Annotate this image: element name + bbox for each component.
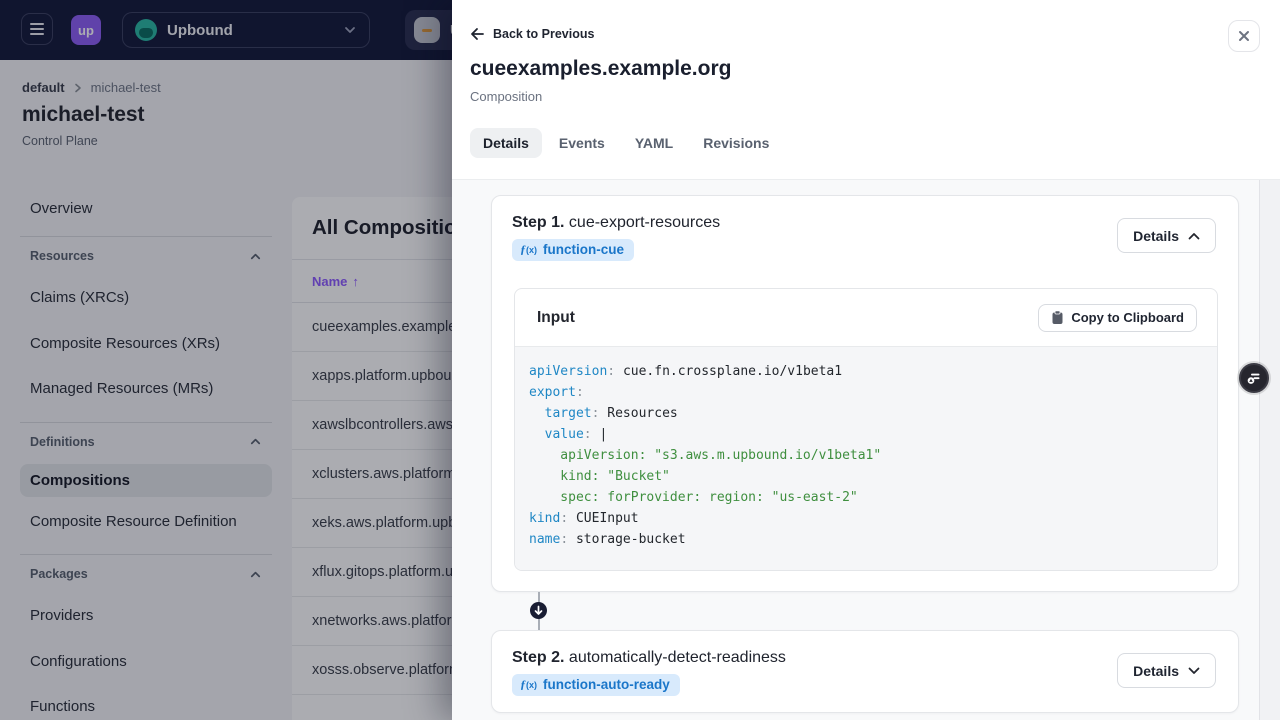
function-badge-label: function-auto-ready — [543, 677, 670, 692]
chevron-down-icon — [1188, 667, 1200, 674]
code-line: export: — [529, 385, 584, 400]
back-arrow-icon — [471, 28, 484, 40]
back-link-label: Back to Previous — [493, 27, 595, 41]
input-card-title: Input — [537, 308, 575, 326]
code-line: value: | — [544, 427, 608, 442]
step-2-label: Step 2. — [512, 649, 565, 666]
arrow-down-circle-icon — [530, 602, 547, 619]
close-button[interactable] — [1228, 20, 1260, 52]
chevron-up-icon — [1188, 232, 1200, 239]
tab-yaml[interactable]: YAML — [622, 128, 686, 158]
step-2-name: automatically-detect-readiness — [568, 649, 786, 666]
function-badge-label: function-cue — [543, 242, 624, 257]
details-button-label: Details — [1133, 227, 1179, 244]
tab-revisions[interactable]: Revisions — [690, 128, 782, 158]
panel-title: cueexamples.example.org — [470, 57, 732, 80]
fx-function-icon: ƒ(x) — [520, 677, 537, 691]
input-card-header: Input Copy to Clipboard — [515, 289, 1217, 347]
copy-to-clipboard-button[interactable]: Copy to Clipboard — [1038, 303, 1197, 332]
panel-subtitle: Composition — [470, 89, 543, 104]
tab-events[interactable]: Events — [546, 128, 618, 158]
code-line: spec: forProvider: region: "us-east-2" — [529, 490, 858, 505]
code-line: target: Resources — [544, 406, 678, 421]
composition-detail-panel: Back to Previous cueexamples.example.org… — [452, 0, 1280, 720]
step-1-label: Step 1. — [512, 214, 565, 231]
code-line: kind: "Bucket" — [529, 469, 670, 484]
code-block: apiVersion: cue.fn.crossplane.io/v1beta1… — [515, 347, 1217, 570]
inspector-toggle-button[interactable] — [1239, 363, 1269, 393]
input-card: Input Copy to Clipboard apiVersion: cue.… — [514, 288, 1218, 571]
fx-function-icon: ƒ(x) — [520, 242, 537, 256]
inspector-toggle-icon — [1247, 373, 1260, 384]
code-line: name: storage-bucket — [529, 532, 686, 547]
clipboard-icon — [1052, 310, 1063, 324]
back-to-previous-link[interactable]: Back to Previous — [470, 27, 594, 41]
step-1-name: cue-export-resources — [568, 214, 721, 231]
code-line: kind: CUEInput — [529, 511, 639, 526]
function-badge: ƒ(x) function-auto-ready — [512, 674, 680, 696]
panel-header: Back to Previous cueexamples.example.org… — [452, 0, 1280, 180]
code-line: apiVersion: "s3.aws.m.upbound.io/v1beta1… — [529, 448, 882, 463]
tab-details[interactable]: Details — [470, 128, 542, 158]
code-line: apiVersion: cue.fn.crossplane.io/v1beta1 — [529, 364, 843, 379]
pipeline-step-1-card: Step 1. cue-export-resources ƒ(x) functi… — [491, 195, 1239, 592]
step-2-details-button[interactable]: Details — [1117, 653, 1216, 688]
panel-body: Step 1. cue-export-resources ƒ(x) functi… — [452, 180, 1280, 720]
function-badge: ƒ(x) function-cue — [512, 239, 634, 261]
copy-button-label: Copy to Clipboard — [1071, 310, 1184, 325]
details-button-label: Details — [1133, 662, 1179, 679]
pipeline-step-2-card: Step 2. automatically-detect-readiness ƒ… — [491, 630, 1239, 713]
panel-tabs: Details Events YAML Revisions — [470, 128, 782, 158]
close-icon — [1239, 31, 1249, 41]
right-rail — [1259, 180, 1280, 720]
step-1-details-button[interactable]: Details — [1117, 218, 1216, 253]
